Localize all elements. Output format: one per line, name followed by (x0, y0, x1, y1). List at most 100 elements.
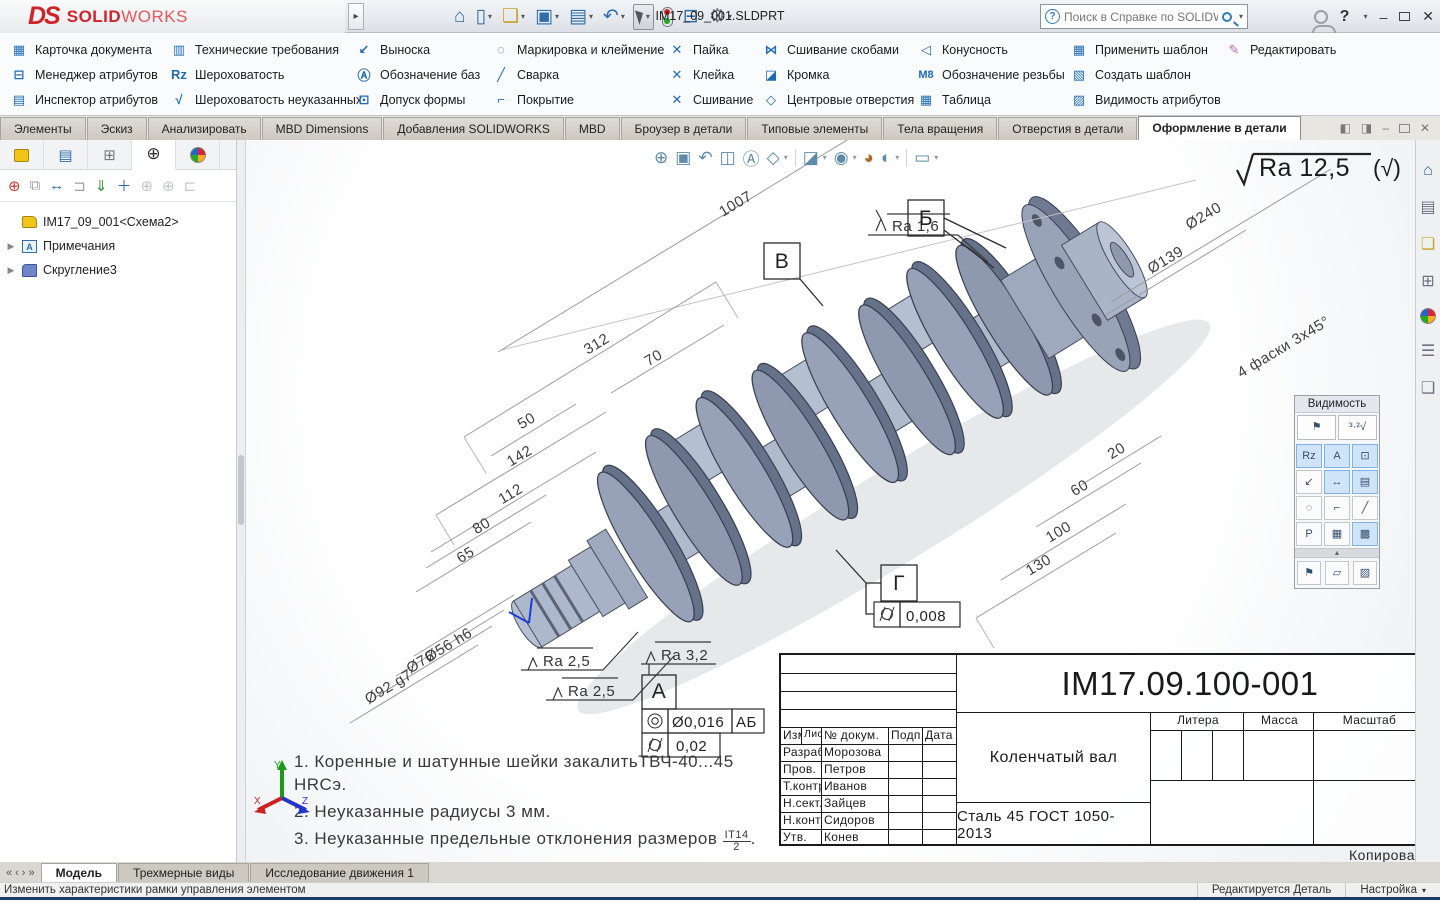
ribbon-item-center-holes[interactable]: ◇Центровые отверстия (762, 87, 914, 112)
tab-part-browser[interactable]: Броузер в детали (621, 117, 747, 140)
tree-node-annotations[interactable]: ▶ A Примечания (6, 234, 230, 258)
search-icon[interactable] (1222, 12, 1232, 22)
ribbon-item-roughness-unspecified[interactable]: √Шероховатость неуказанных (170, 87, 362, 112)
ribbon-item-edge[interactable]: ◪Кромка (762, 62, 914, 87)
table-toggle-button[interactable]: ▦ (1324, 522, 1350, 546)
visibility-panel-title[interactable]: Видимость (1295, 396, 1379, 413)
pattern-icon[interactable]: ⧉ (30, 177, 41, 194)
panel-splitter[interactable] (237, 140, 246, 862)
datum-target-icon[interactable]: ⊕ (140, 177, 153, 195)
rebuild-button[interactable] (660, 4, 675, 30)
roughness-visibility-button[interactable]: ³·²√ (1338, 415, 1377, 440)
tab-elements[interactable]: Элементы (0, 117, 86, 140)
section-view-icon[interactable]: ◫ (720, 148, 736, 168)
custom-properties-icon[interactable]: ☰ (1421, 341, 1435, 361)
ribbon-item-coating[interactable]: ⌐Покрытие (492, 87, 664, 112)
ribbon-item-apply-template[interactable]: ▦Применить шаблон (1070, 37, 1221, 62)
tab-sketch[interactable]: Эскиз (87, 117, 147, 140)
tab-part-holes[interactable]: Отверстия в детали (998, 117, 1137, 140)
web-globe-icon[interactable] (1420, 308, 1436, 324)
toolbar-flyout-button[interactable]: ▸ (348, 3, 364, 30)
zoom-area-icon[interactable]: ▣ (675, 148, 691, 168)
hide-annotations-button[interactable]: ⚑ (1297, 415, 1336, 440)
select-tool-button[interactable]: ▾ (633, 4, 654, 30)
design-library-folder-icon[interactable]: ❏ (1421, 234, 1435, 254)
next-tab-icon[interactable]: › (22, 867, 26, 879)
save-button[interactable]: ▣▾ (533, 4, 561, 30)
edit-appearance-icon[interactable]: ◕ (864, 148, 874, 168)
help-search-input[interactable] (1060, 10, 1222, 24)
ribbon-item-document-card[interactable]: ▦Карточка документа (10, 37, 158, 62)
doc-minimize-button[interactable]: – (1382, 121, 1389, 135)
ribbon-item-staple[interactable]: ⋈Сшивание скобами (762, 37, 914, 62)
panel-collapse-button[interactable]: ▲ (1295, 548, 1379, 558)
hide-show-items-icon[interactable]: ◉ (834, 148, 849, 168)
tree-node-fillet[interactable]: ▶ Скругление3 (6, 258, 230, 282)
dimension-icon[interactable]: ↔ (49, 177, 64, 194)
ribbon-item-thread-callout[interactable]: М8Обозначение резьбы (917, 62, 1065, 87)
general-roughness-note[interactable]: Ra 12,5 (√) (1231, 148, 1415, 184)
table-edit-toggle-button[interactable]: ▩ (1352, 522, 1378, 546)
roughness-toggle-button[interactable]: Rz (1296, 444, 1322, 468)
p-toggle-button[interactable]: P (1296, 522, 1322, 546)
forum-comments-icon[interactable]: ❏ (1421, 378, 1435, 398)
ribbon-item-attribute-inspector[interactable]: ▤Инспектор атрибутов (10, 87, 158, 112)
tab-mbd[interactable]: MBD (565, 117, 620, 140)
scroll-tabs-left-icon[interactable]: ◧ (1340, 121, 1351, 135)
tab-display-manager[interactable] (176, 140, 220, 170)
view-orientation-icon[interactable]: ◇ (767, 148, 780, 168)
chevron-down-icon[interactable]: ▾ (1239, 12, 1243, 21)
print-button[interactable]: ▤▾ (567, 4, 595, 30)
sketch-visibility-button[interactable]: ▱ (1325, 561, 1349, 585)
tab-revolved-bodies[interactable]: Тела вращения (883, 117, 997, 140)
tab-typical-elements[interactable]: Типовые элементы (747, 117, 882, 140)
tab-addins[interactable]: Добавления SOLIDWORKS (383, 117, 564, 140)
ribbon-item-glue[interactable]: ✕Клейка (668, 62, 753, 87)
customize-menu[interactable]: Настройка▾ (1345, 883, 1440, 897)
datum-target2-icon[interactable]: ⊕ (162, 177, 175, 195)
ribbon-item-marking[interactable]: ◌Маркировка и клеймение (492, 37, 664, 62)
previous-view-icon[interactable]: ↶ (698, 148, 712, 168)
view-settings-icon[interactable]: ▭ (914, 148, 930, 168)
bracket-icon[interactable]: ⊏ (184, 177, 197, 195)
tab-part-annotations[interactable]: Оформление в детали (1138, 116, 1300, 140)
tab-configuration-manager[interactable]: ⊞ (88, 140, 132, 170)
ribbon-item-create-template[interactable]: ▧Создать шаблон (1070, 62, 1221, 87)
splitter-handle[interactable] (238, 455, 244, 525)
ribbon-item-datum[interactable]: ⒶОбозначение баз (355, 62, 480, 87)
expand-arrow-icon[interactable]: ▶ (6, 241, 16, 252)
ribbon-item-callout[interactable]: ↙Выноска (355, 37, 480, 62)
options-button[interactable]: ⚙▾ (707, 4, 734, 30)
ribbon-item-weld[interactable]: ╱Сварка (492, 62, 664, 87)
graphics-area[interactable]: 1007 312 70 50 142 112 80 65 20 60 100 1… (246, 140, 1415, 862)
tree-root-node[interactable]: IM17_09_001<Схема2> (6, 210, 230, 234)
chevron-down-icon[interactable]: ▾ (1363, 12, 1367, 21)
display-style-icon[interactable]: ◪ (803, 148, 819, 168)
ribbon-item-attribute-visibility[interactable]: ▨Видимость атрибутов (1070, 87, 1221, 112)
first-tab-icon[interactable]: « (6, 867, 12, 879)
tab-model[interactable]: Модель (41, 863, 117, 882)
zoom-fit-icon[interactable]: ⊕ (654, 148, 668, 168)
weld-toggle-button[interactable]: ╱ (1352, 496, 1378, 520)
expand-arrow-icon[interactable]: ▶ (6, 265, 16, 276)
tab-feature-tree[interactable] (0, 140, 44, 170)
ribbon-item-stitch[interactable]: ✕Сшивание (668, 87, 753, 112)
help-search-box[interactable]: ? ▾ (1040, 4, 1248, 29)
ribbon-item-table[interactable]: ▦Таблица (917, 87, 1065, 112)
flag-3d-button[interactable]: ⚑ (1297, 561, 1321, 585)
ribbon-item-roughness[interactable]: RzШероховатость (170, 62, 362, 87)
prev-tab-icon[interactable]: ‹ (15, 867, 19, 879)
account-icon[interactable] (1314, 10, 1328, 24)
resources-books-icon[interactable]: ▤ (1420, 197, 1435, 217)
dimension-toggle-button[interactable]: ↔ (1324, 470, 1350, 494)
callout-toggle-button[interactable]: ↙ (1296, 470, 1322, 494)
open-button[interactable]: ❏▾ (500, 4, 527, 30)
close-button[interactable]: ✕ (1422, 8, 1434, 25)
tab-mbd-dimensions[interactable]: MBD Dimensions (262, 117, 383, 140)
techreq-toggle-button[interactable]: ▤ (1352, 470, 1378, 494)
ribbon-item-edit[interactable]: ✎Редактировать (1225, 37, 1336, 62)
auto-dimension-icon[interactable]: ⊕ (8, 177, 21, 195)
minimize-button[interactable]: – (1379, 9, 1387, 25)
home-button[interactable]: ⌂ (452, 4, 467, 30)
tab-dimxpert-manager[interactable]: ⊕ (132, 140, 176, 170)
